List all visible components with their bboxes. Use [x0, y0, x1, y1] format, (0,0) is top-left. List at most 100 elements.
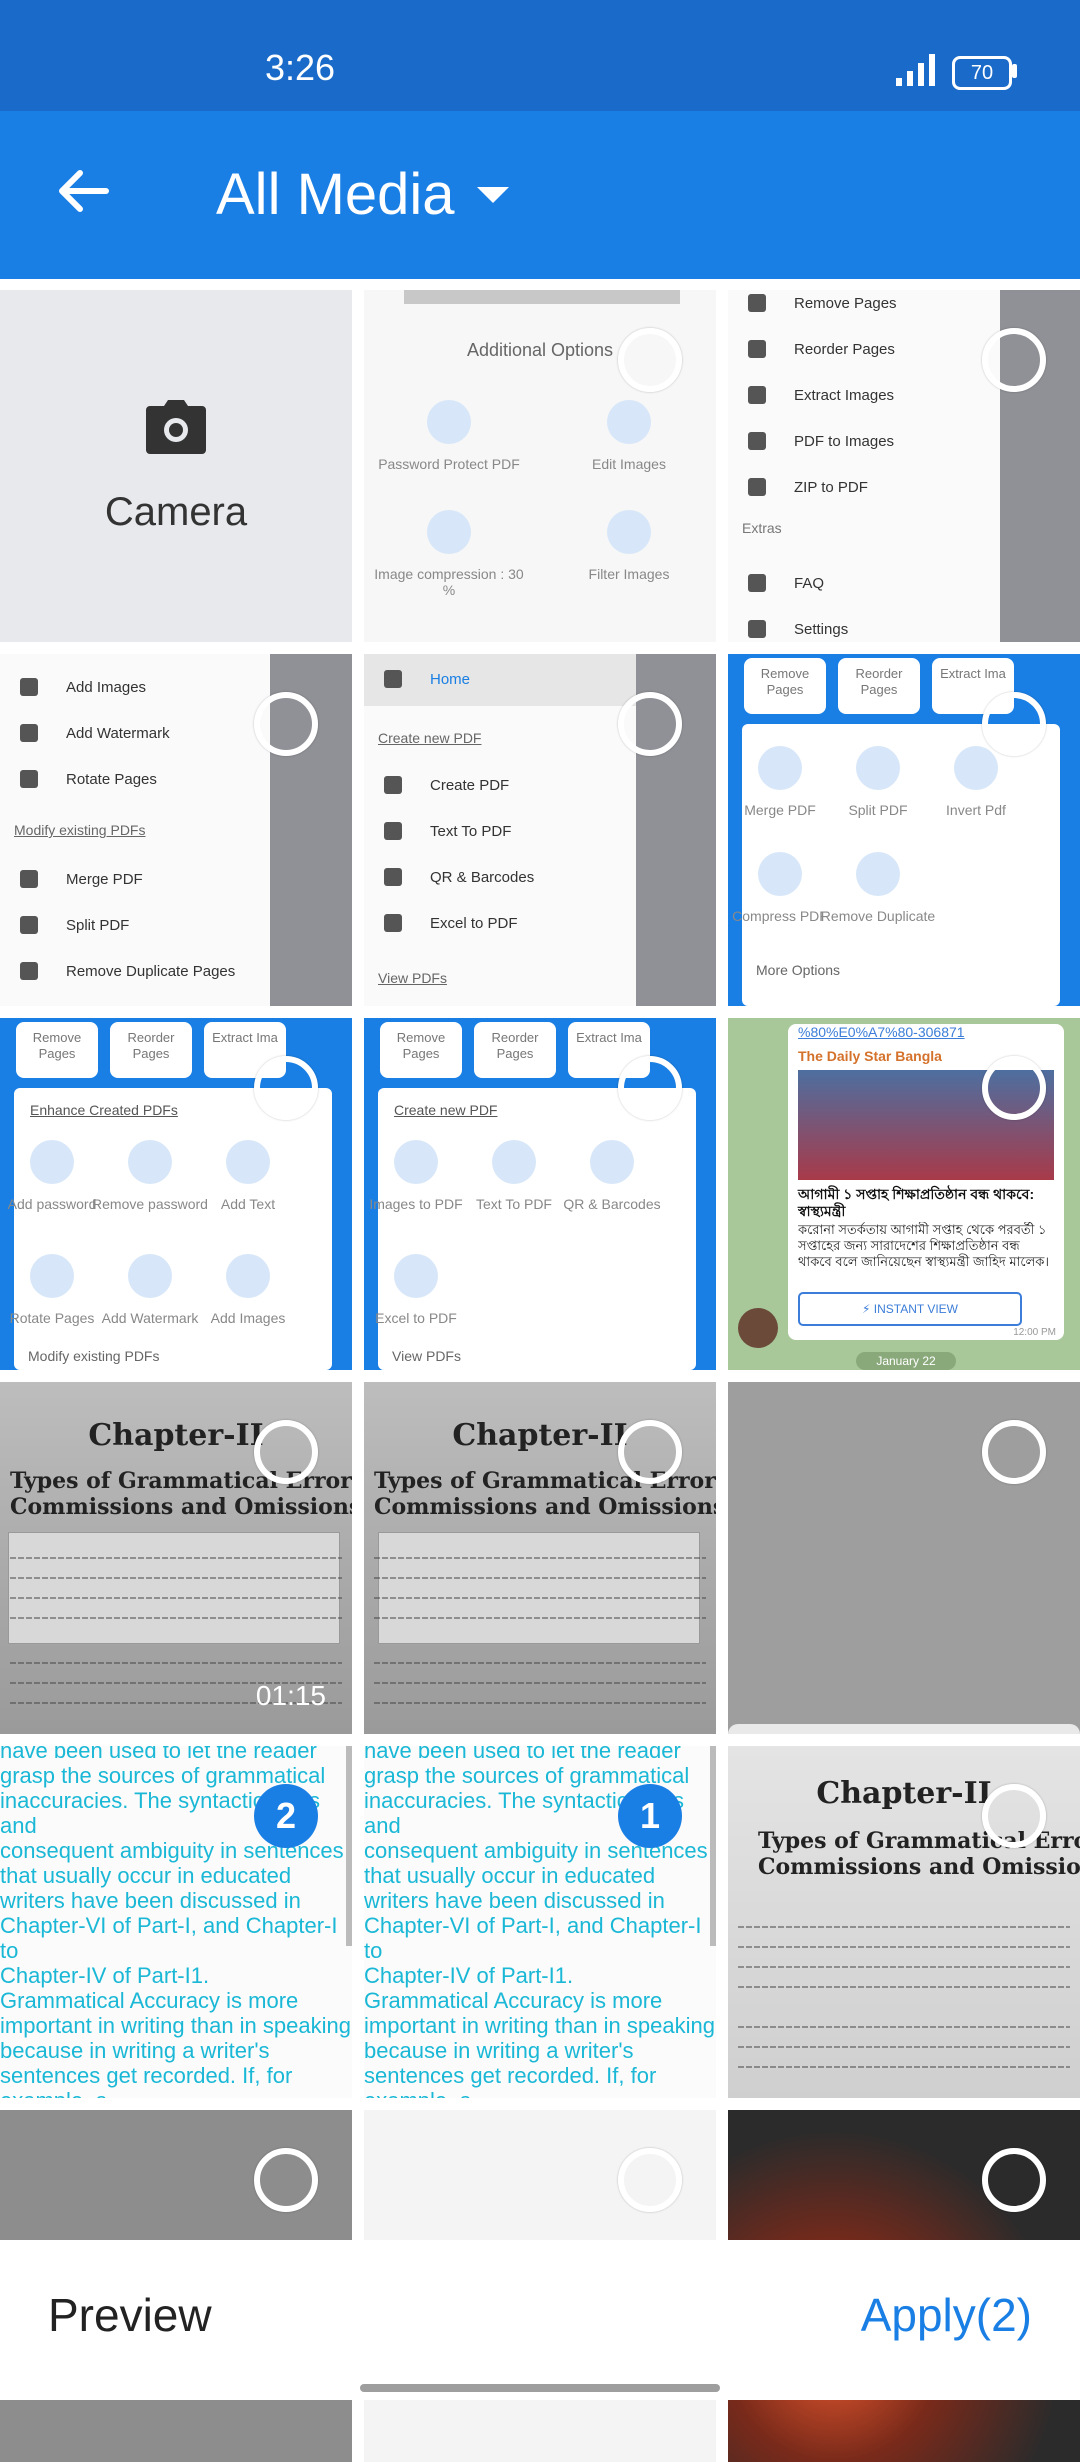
thumbnail-doc-line — [10, 1617, 342, 1619]
media-thumbnail-selected-1[interactable]: have been used to let the reader grasp t… — [364, 1746, 716, 2098]
thumbnail-option: QR & Barcodes — [552, 1140, 672, 1212]
select-circle[interactable] — [618, 2148, 682, 2212]
thumbnail-scrollbar — [710, 1746, 716, 1946]
thumbnail-option: Edit Images — [554, 400, 704, 472]
media-thumbnail-11[interactable] — [728, 1382, 1080, 1734]
thumbnail-menu-item: Merge PDF — [20, 870, 143, 888]
thumbnail-menu-item: Reorder Pages — [748, 340, 895, 358]
thumbnail-headline: আগামী ১ সপ্তাহ শিক্ষাপ্রতিষ্ঠান বন্ধ থাক… — [798, 1186, 1035, 1219]
thumbnail-menu-item: Rotate Pages — [20, 770, 157, 788]
select-circle[interactable] — [618, 1056, 682, 1120]
thumbnail-tab: Reorder Pages — [110, 1022, 192, 1078]
thumbnail-section: View PDFs — [378, 970, 447, 986]
select-circle[interactable] — [618, 692, 682, 756]
selection-order-badge[interactable]: 2 — [254, 1784, 318, 1848]
page-title: All Media — [216, 162, 455, 227]
thumbnail-doc-line — [374, 1662, 706, 1664]
select-circle[interactable] — [254, 1420, 318, 1484]
thumbnail-instant-view: ⚡ INSTANT VIEW — [798, 1292, 1022, 1326]
select-circle[interactable] — [982, 328, 1046, 392]
home-indicator[interactable] — [360, 2384, 720, 2392]
select-circle[interactable] — [982, 2148, 1046, 2212]
video-duration: 01:15 — [255, 1680, 326, 1711]
thumbnail-doc-line — [738, 1946, 1070, 1948]
selection-order-badge[interactable]: 1 — [618, 1784, 682, 1848]
thumbnail-card-title: Enhance Created PDFs — [30, 1102, 178, 1118]
thumbnail-option: Excel to PDF — [364, 1254, 476, 1326]
thumbnail-menu-item: QR & Barcodes — [384, 868, 534, 886]
status-bar: 3:26 70 — [0, 0, 1080, 111]
media-thumbnail-2[interactable]: Remove Pages Reorder Pages Extract Image… — [728, 290, 1080, 642]
thumbnail-scrollbar — [346, 1746, 352, 1946]
select-circle[interactable] — [982, 692, 1046, 756]
media-thumbnail-8[interactable]: %80%E0%A7%80-306871 The Daily Star Bangl… — [728, 1018, 1080, 1370]
chevron-down-icon — [476, 187, 509, 203]
thumbnail-section: View PDFs — [392, 1348, 461, 1364]
select-circle[interactable] — [618, 328, 682, 392]
select-circle[interactable] — [254, 1056, 318, 1120]
thumbnail-bar — [404, 290, 680, 304]
thumbnail-doc-line — [374, 1702, 706, 1704]
media-thumbnail-10[interactable]: Chapter-II Types of Grammatical Error Co… — [364, 1382, 716, 1734]
camera-label: Camera — [104, 490, 248, 534]
back-arrow-icon[interactable] — [48, 155, 120, 227]
media-thumbnail-3[interactable]: Add Images Add Watermark Rotate Pages Mo… — [0, 654, 352, 1006]
thumbnail-date: January 22 — [856, 1352, 956, 1370]
select-circle[interactable] — [618, 1420, 682, 1484]
thumbnail-doc-line — [738, 2046, 1070, 2048]
album-selector[interactable]: All Media — [216, 150, 509, 240]
preview-button[interactable]: Preview — [48, 2288, 212, 2342]
thumbnail-menu-item: Excel to PDF — [384, 914, 518, 932]
thumbnail-tab: Reorder Pages — [474, 1022, 556, 1078]
media-thumbnail-1[interactable]: Additional Options Password Protect PDF … — [364, 290, 716, 642]
thumbnail-section: Modify existing PDFs — [14, 822, 146, 838]
battery-level: 70 — [970, 62, 994, 84]
thumbnail-menu-item: Remove Pages — [748, 294, 897, 312]
thumbnail-card: Merge PDF Split PDF Invert Pdf Compress … — [732, 724, 1060, 1006]
media-thumbnail-video[interactable]: Chapter-II Types of Grammatical Error Co… — [0, 1382, 352, 1734]
thumbnail-doc-line — [374, 1682, 706, 1684]
thumbnail-menu-item: ZIP to PDF — [748, 478, 868, 496]
thumbnail-tab: Reorder Pages — [838, 658, 920, 714]
thumbnail-time: 12:00 PM — [1013, 1327, 1056, 1338]
apply-button[interactable]: Apply(2) — [861, 2288, 1032, 2342]
select-circle[interactable] — [982, 1420, 1046, 1484]
select-circle[interactable] — [254, 2148, 318, 2212]
thumbnail-doc-line — [10, 1557, 342, 1559]
thumbnail-doc-line — [10, 1597, 342, 1599]
thumbnail-doc-line — [374, 1577, 706, 1579]
thumbnail-doc-line — [738, 2066, 1070, 2068]
thumbnail-source: The Daily Star Bangla — [798, 1048, 942, 1064]
thumbnail-option: Filter Images — [554, 510, 704, 582]
thumbnail-option: Add Text — [188, 1140, 308, 1212]
thumbnail-menu-item: Add Watermark — [20, 724, 170, 742]
media-thumbnail-7[interactable]: Remove Pages Reorder Pages Extract Ima C… — [364, 1018, 716, 1370]
select-circle[interactable] — [982, 1784, 1046, 1848]
camera-tile[interactable]: Camera — [0, 290, 352, 642]
media-thumbnail-4[interactable]: Home Create new PDF Create PDF Text To P… — [364, 654, 716, 1006]
thumbnail-card: Enhance Created PDFs Add password Remove… — [8, 1088, 332, 1370]
thumbnail-menu-item: PDF to Images — [748, 432, 894, 450]
thumbnail-doc-line — [10, 1577, 342, 1579]
media-thumbnail-14[interactable]: Chapter-II Types of Grammatical Error Co… — [728, 1746, 1080, 2098]
thumbnail-card: Create new PDF Images to PDF Text To PDF… — [369, 1088, 696, 1370]
thumbnail-news-body: করোনা সতর্কতায় আগামী সপ্তাহ থেকে পরবর্ত… — [798, 1222, 1050, 1269]
select-circle[interactable] — [254, 692, 318, 756]
thumbnail-option: Add Images — [188, 1254, 308, 1326]
thumbnail-menu-item: Home — [384, 670, 470, 688]
signal-icon — [896, 54, 935, 86]
thumbnail-menu-item: Text To PDF — [384, 822, 511, 840]
media-thumbnail-5[interactable]: Remove Pages Reorder Pages Extract Ima M… — [728, 654, 1080, 1006]
media-thumbnail-6[interactable]: Remove Pages Reorder Pages Extract Ima E… — [0, 1018, 352, 1370]
thumbnail-doc-line — [738, 1986, 1070, 1988]
thumbnail-doc-line — [374, 1597, 706, 1599]
select-circle[interactable] — [982, 1056, 1046, 1120]
thumbnail-section: More Options — [756, 962, 841, 978]
thumbnail-sheet-edge — [728, 1724, 1080, 1734]
thumbnail-menu-item: Settings — [748, 620, 848, 638]
status-time: 3:26 — [265, 47, 336, 88]
media-thumbnail-selected-2[interactable]: have been used to let the reader grasp t… — [0, 1746, 352, 2098]
thumbnail-doc-line — [374, 1617, 706, 1619]
thumbnail-link: %80%E0%A7%80-306871 — [798, 1024, 965, 1040]
thumbnail-menu-item: Split PDF — [20, 916, 129, 934]
